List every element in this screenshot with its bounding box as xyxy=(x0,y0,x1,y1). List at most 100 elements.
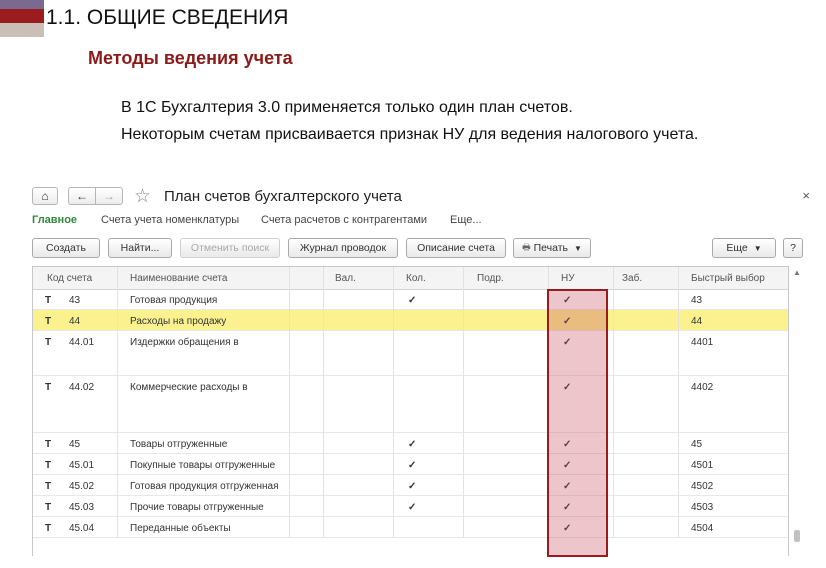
quantity-check-icon: ✓ xyxy=(408,481,417,492)
column-header-quantity[interactable]: Кол. xyxy=(406,273,426,284)
journal-button[interactable]: Журнал проводок xyxy=(288,238,398,258)
tab-more[interactable]: Еще... xyxy=(450,214,482,226)
quick-choice-code: 43 xyxy=(691,295,703,306)
column-divider xyxy=(613,267,614,538)
quick-choice-code: 4401 xyxy=(691,337,714,348)
account-name: Покупные товары отгруженные xyxy=(130,460,276,471)
print-button[interactable]: 🖶 Печать ▼ xyxy=(513,238,591,258)
table-row[interactable]: T 44.02 Коммерческие расходы в ✓ 4402 xyxy=(33,376,788,433)
quick-choice-code: 4502 xyxy=(691,481,714,492)
column-header-code[interactable]: Код счета xyxy=(47,273,92,284)
account-code: 45 xyxy=(69,439,81,450)
column-divider xyxy=(463,267,464,538)
table-row[interactable]: T 45.04 Переданные объекты ✓ 4504 xyxy=(33,517,788,538)
printer-icon: 🖶 xyxy=(522,242,531,252)
find-button[interactable]: Найти... xyxy=(108,238,172,258)
command-bar: Создать Найти... Отменить поиск Журнал п… xyxy=(32,238,804,260)
column-header-tax[interactable]: НУ xyxy=(561,273,575,284)
cancel-search-button[interactable]: Отменить поиск xyxy=(180,238,280,258)
slide-title: 1.1. ОБЩИЕ СВЕДЕНИЯ xyxy=(46,6,289,29)
account-name: Готовая продукция xyxy=(130,295,218,306)
quantity-check-icon: ✓ xyxy=(408,295,417,306)
account-type-icon: T xyxy=(45,382,52,393)
column-header-quick[interactable]: Быстрый выбор xyxy=(691,273,765,284)
table-row[interactable]: T 45.01 Покупные товары отгруженные ✓ ✓ 4501 xyxy=(33,454,788,475)
section-tabs: Главное Счета учета номенклатуры Счета р… xyxy=(32,214,804,230)
account-type-icon: T xyxy=(45,523,52,534)
table-row[interactable]: T 45.02 Готовая продукция отгруженная ✓ ✓ 450… xyxy=(33,475,788,496)
account-code: 45.04 xyxy=(69,523,95,534)
account-type-icon: T xyxy=(45,337,52,348)
slide-subtitle: Методы ведения учета xyxy=(88,48,293,68)
account-type-icon: T xyxy=(45,439,52,450)
table-row[interactable]: T 45.03 Прочие товары отгруженные ✓ ✓ 4503 xyxy=(33,496,788,517)
chart-of-accounts-window: ⌂ ← → ☆ План счетов бухгалтерского учета… xyxy=(32,184,810,560)
scroll-thumb[interactable] xyxy=(794,530,800,542)
table-row[interactable]: T 44 Расходы на продажу ✓ 44 xyxy=(33,310,788,331)
back-arrow-icon: ← xyxy=(76,189,88,203)
account-name: Переданные объекты xyxy=(130,523,231,534)
account-name: Готовая продукция отгруженная xyxy=(130,481,279,492)
body-text-line: В 1С Бухгалтерия 3.0 применяется только … xyxy=(121,99,573,116)
quantity-check-icon: ✓ xyxy=(408,439,417,450)
account-name: Издержки обращения в xyxy=(130,337,239,348)
column-divider xyxy=(289,267,290,538)
account-code: 45.02 xyxy=(69,481,95,492)
column-divider xyxy=(117,267,118,538)
quick-choice-code: 4501 xyxy=(691,460,714,471)
column-header-subdivision[interactable]: Подр. xyxy=(477,273,504,284)
account-name: Коммерческие расходы в xyxy=(130,382,248,393)
chevron-down-icon: ▼ xyxy=(573,243,582,253)
more-label: Еще xyxy=(726,242,748,254)
close-icon[interactable]: × xyxy=(802,188,810,203)
tab-counterparty-accounts[interactable]: Счета расчетов с контрагентами xyxy=(261,214,427,226)
account-code: 45.03 xyxy=(69,502,95,513)
table-row[interactable]: T 44.01 Издержки обращения в ✓ 4401 xyxy=(33,331,788,376)
table-row[interactable]: T 45 Товары отгруженные ✓ ✓ 45 xyxy=(33,433,788,454)
home-button[interactable]: ⌂ xyxy=(32,187,58,205)
tab-item-accounts[interactable]: Счета учета номенклатуры xyxy=(101,214,239,226)
decor-bar-red xyxy=(0,9,44,23)
account-code: 44 xyxy=(69,316,81,327)
account-code: 44.02 xyxy=(69,382,95,393)
body-text-line: Некоторым счетам присваивается признак Н… xyxy=(121,126,699,143)
more-button[interactable]: Еще ▼ xyxy=(712,238,776,258)
create-button[interactable]: Создать xyxy=(32,238,100,258)
home-icon: ⌂ xyxy=(41,189,49,203)
column-header-off-balance[interactable]: Заб. xyxy=(622,273,642,284)
window-title: План счетов бухгалтерского учета xyxy=(164,188,402,205)
back-button[interactable]: ← xyxy=(68,187,96,205)
quick-choice-code: 4402 xyxy=(691,382,714,393)
scroll-up-icon[interactable]: ▲ xyxy=(793,268,801,277)
column-divider xyxy=(678,267,679,538)
column-divider xyxy=(393,267,394,538)
column-header-name[interactable]: Наименование счета xyxy=(130,273,227,284)
vertical-scrollbar[interactable]: ▲ xyxy=(790,266,804,556)
print-label: Печать xyxy=(533,242,568,254)
account-code: 45.01 xyxy=(69,460,95,471)
forward-arrow-icon: → xyxy=(103,189,115,203)
tax-column-highlight xyxy=(547,289,608,557)
decor-bar-beige xyxy=(0,23,44,37)
decor-bar-purple xyxy=(0,0,44,9)
column-divider xyxy=(323,267,324,538)
account-name: Товары отгруженные xyxy=(130,439,228,450)
table-header: Код счета Наименование счета Вал. Кол. П… xyxy=(33,267,788,290)
account-code: 43 xyxy=(69,295,81,306)
table-row[interactable]: T 43 Готовая продукция ✓ ✓ 43 xyxy=(33,289,788,310)
account-code: 44.01 xyxy=(69,337,95,348)
column-header-currency[interactable]: Вал. xyxy=(335,273,356,284)
account-type-icon: T xyxy=(45,295,52,306)
forward-button[interactable]: → xyxy=(95,187,123,205)
account-name: Прочие товары отгруженные xyxy=(130,502,264,513)
favorite-star-icon[interactable]: ☆ xyxy=(134,185,151,208)
quick-choice-code: 4504 xyxy=(691,523,714,534)
chevron-down-icon: ▼ xyxy=(753,243,762,253)
help-button[interactable]: ? xyxy=(783,238,803,258)
account-type-icon: T xyxy=(45,481,52,492)
quantity-check-icon: ✓ xyxy=(408,502,417,513)
account-type-icon: T xyxy=(45,460,52,471)
account-info-button[interactable]: Описание счета xyxy=(406,238,506,258)
tab-main[interactable]: Главное xyxy=(32,214,77,226)
quick-choice-code: 4503 xyxy=(691,502,714,513)
